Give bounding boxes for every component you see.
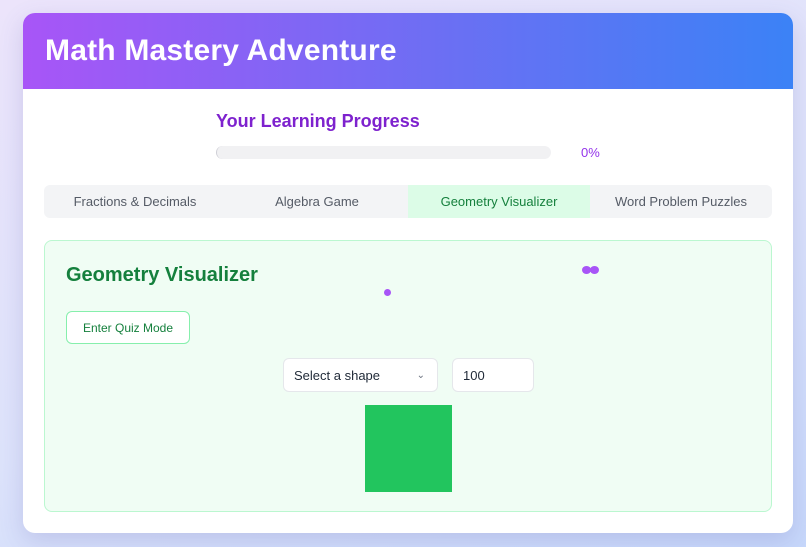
- shape-select[interactable]: Select a shape ⌄: [283, 358, 438, 392]
- chevron-down-icon: ⌄: [416, 369, 425, 381]
- tab-fractions-decimals[interactable]: Fractions & Decimals: [44, 185, 226, 218]
- app-header: Math Mastery Adventure: [23, 13, 793, 89]
- shape-size-input[interactable]: [452, 358, 534, 392]
- tab-algebra-game[interactable]: Algebra Game: [226, 185, 408, 218]
- quiz-mode-button[interactable]: Enter Quiz Mode: [66, 311, 190, 344]
- decorative-dot: [384, 289, 391, 296]
- tab-word-problem-puzzles[interactable]: Word Problem Puzzles: [590, 185, 772, 218]
- topic-tabs: Fractions & Decimals Algebra Game Geomet…: [44, 185, 772, 218]
- shape-select-value: Select a shape: [294, 367, 381, 383]
- progress-title: Your Learning Progress: [216, 111, 420, 131]
- geometry-panel: Geometry Visualizer Enter Quiz Mode Sele…: [44, 240, 772, 512]
- shape-preview-square: [365, 405, 452, 492]
- app-card: Math Mastery Adventure Your Learning Pro…: [23, 13, 793, 533]
- progress-row: 0%: [216, 144, 616, 160]
- progress-bar: [216, 146, 551, 159]
- decorative-dot: [590, 266, 599, 274]
- learning-progress: Your Learning Progress 0%: [216, 111, 616, 160]
- panel-title: Geometry Visualizer: [66, 264, 258, 286]
- progress-percent: 0%: [581, 145, 600, 160]
- tab-geometry-visualizer[interactable]: Geometry Visualizer: [408, 185, 590, 218]
- app-title: Math Mastery Adventure: [45, 34, 397, 67]
